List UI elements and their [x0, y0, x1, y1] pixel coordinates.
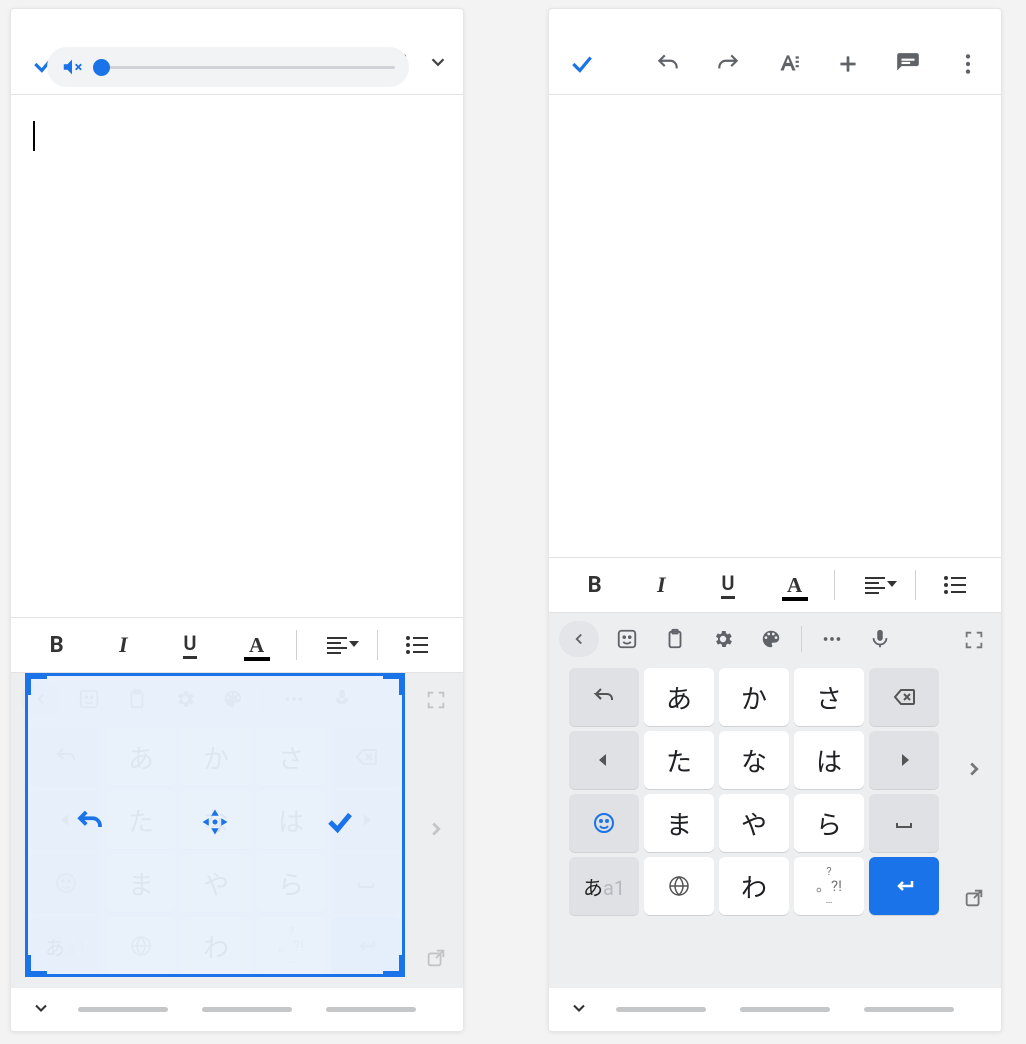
- system-bar: [11, 987, 463, 1031]
- key-ka[interactable]: か: [719, 668, 789, 726]
- document-canvas[interactable]: [11, 95, 463, 617]
- font-color-button[interactable]: A: [230, 625, 284, 665]
- key-ma[interactable]: ま: [644, 794, 714, 852]
- underline-button[interactable]: U: [701, 565, 755, 605]
- resize-confirm-icon[interactable]: [325, 807, 355, 841]
- system-bar: [549, 987, 1001, 1031]
- resize-handle-tl[interactable]: [25, 673, 47, 695]
- top-toolbar: [549, 33, 1001, 95]
- key-mode[interactable]: あa1: [569, 857, 639, 915]
- font-color-button[interactable]: A: [768, 565, 822, 605]
- popout-icon[interactable]: [963, 887, 985, 913]
- text-cursor: [33, 121, 35, 151]
- volume-collapse-icon[interactable]: [427, 51, 449, 77]
- key-wa[interactable]: わ: [719, 857, 789, 915]
- key-emoji[interactable]: [569, 794, 639, 852]
- collapse-keyboard-icon[interactable]: [31, 998, 51, 1022]
- volume-thumb[interactable]: [93, 59, 110, 76]
- resize-handle-bl[interactable]: [25, 955, 47, 977]
- settings-icon[interactable]: [703, 621, 743, 657]
- key-space[interactable]: [869, 794, 939, 852]
- keyboard-side-tools: [415, 679, 457, 987]
- bullet-list-button[interactable]: [390, 625, 444, 665]
- keyboard-resize-overlay[interactable]: [25, 673, 405, 977]
- keyboard-panel: あ か さ た な は ま や ら あa1 わ: [549, 613, 1001, 987]
- format-bar: B I U A: [11, 617, 463, 673]
- left-screenshot: B I U A: [10, 8, 464, 1032]
- key-undo[interactable]: [569, 668, 639, 726]
- align-button[interactable]: [310, 625, 364, 665]
- keyboard-side-tools: [953, 619, 995, 927]
- top-toolbar: [11, 33, 463, 95]
- resize-handle-br[interactable]: [383, 955, 405, 977]
- key-ha[interactable]: は: [794, 731, 864, 789]
- gesture-bar: [51, 1007, 443, 1012]
- volume-muted-icon: [61, 56, 83, 78]
- key-right[interactable]: [869, 731, 939, 789]
- underline-button[interactable]: U: [163, 625, 217, 665]
- key-backspace[interactable]: [869, 668, 939, 726]
- align-button[interactable]: [848, 565, 902, 605]
- undo-button[interactable]: [641, 42, 695, 86]
- popout-icon[interactable]: [425, 947, 447, 973]
- key-left[interactable]: [569, 731, 639, 789]
- expand-icon[interactable]: [425, 689, 447, 715]
- keyboard-grid: あ か さ た な は ま や ら あa1 わ: [559, 668, 949, 915]
- key-sa[interactable]: さ: [794, 668, 864, 726]
- right-screenshot: B I U A: [548, 8, 1002, 1032]
- key-na[interactable]: な: [719, 731, 789, 789]
- document-canvas[interactable]: [549, 95, 1001, 557]
- volume-track[interactable]: [93, 66, 395, 69]
- overflow-menu-button[interactable]: [941, 42, 995, 86]
- keyboard-top-row: [555, 619, 953, 663]
- more-icon[interactable]: [812, 621, 852, 657]
- key-ya[interactable]: や: [719, 794, 789, 852]
- kb-back-button[interactable]: [559, 621, 599, 657]
- theme-icon[interactable]: [751, 621, 791, 657]
- key-ra[interactable]: ら: [794, 794, 864, 852]
- resize-handle-tr[interactable]: [383, 673, 405, 695]
- italic-button[interactable]: I: [96, 625, 150, 665]
- gesture-bar: [589, 1007, 981, 1012]
- bold-button[interactable]: B: [30, 625, 84, 665]
- bullet-list-button[interactable]: [928, 565, 982, 605]
- chevron-right-icon[interactable]: [963, 758, 985, 784]
- key-enter[interactable]: [869, 857, 939, 915]
- bold-button[interactable]: B: [568, 565, 622, 605]
- resize-undo-icon[interactable]: [75, 807, 105, 841]
- redo-button[interactable]: [701, 42, 755, 86]
- comment-button[interactable]: [881, 42, 935, 86]
- mic-icon[interactable]: [860, 621, 900, 657]
- format-bar: B I U A: [549, 557, 1001, 613]
- clipboard-icon[interactable]: [655, 621, 695, 657]
- key-globe[interactable]: [644, 857, 714, 915]
- key-symbol[interactable]: ? 。?! …: [794, 857, 864, 915]
- key-a[interactable]: あ: [644, 668, 714, 726]
- sticker-icon[interactable]: [607, 621, 647, 657]
- expand-icon[interactable]: [963, 629, 985, 655]
- done-button[interactable]: [555, 42, 609, 86]
- text-format-button[interactable]: [761, 42, 815, 86]
- key-ta[interactable]: た: [644, 731, 714, 789]
- collapse-keyboard-icon[interactable]: [569, 998, 589, 1022]
- chevron-right-icon[interactable]: [425, 818, 447, 844]
- italic-button[interactable]: I: [634, 565, 688, 605]
- resize-move-icon[interactable]: [200, 807, 230, 841]
- volume-slider-overlay[interactable]: [47, 47, 409, 87]
- insert-button[interactable]: [821, 42, 875, 86]
